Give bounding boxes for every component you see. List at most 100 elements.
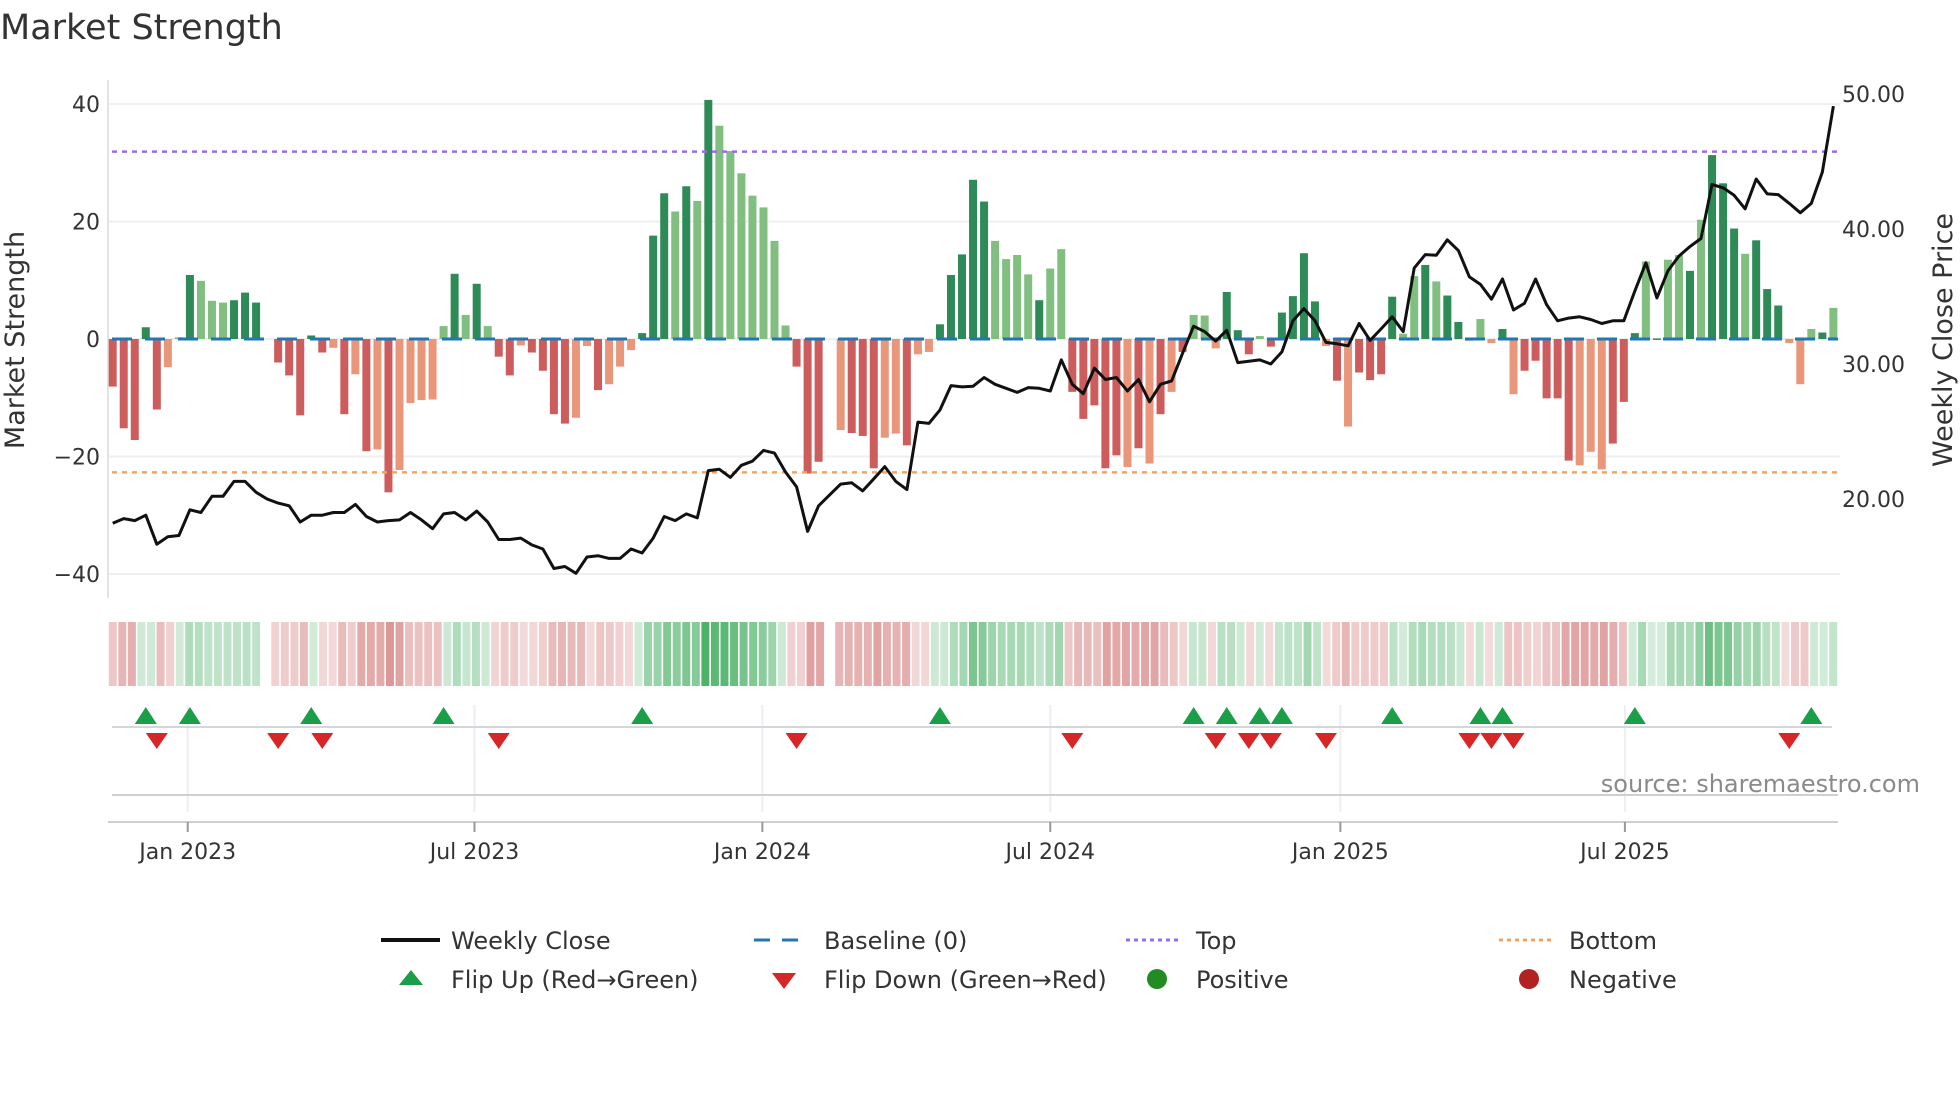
x-axis-ticks: Jan 2023 Jul 2023 Jan 2024 Jul 2024 Jan 2025… — [137, 822, 1670, 865]
positive-bar — [141, 327, 150, 339]
heatmap-cell — [357, 622, 366, 686]
heatmap-cell — [586, 622, 595, 686]
negative-bar — [152, 339, 161, 410]
heatmap-cell — [844, 622, 853, 686]
negative-bar — [814, 339, 823, 462]
heatmap-cell — [1169, 622, 1178, 686]
negative-bar — [571, 339, 580, 418]
negative-bar — [594, 339, 603, 391]
negative-bar — [560, 339, 569, 424]
negative-bar — [1487, 339, 1496, 344]
heatmap-cell — [1752, 622, 1761, 686]
heatmap-cell — [338, 622, 347, 686]
heatmap-cell — [452, 622, 461, 686]
negative-bar — [869, 339, 878, 469]
heatmap-cell — [1485, 622, 1494, 686]
legend-label: Bottom — [1569, 927, 1657, 955]
heatmap-cell — [1771, 622, 1780, 686]
heatmap-cell — [1064, 622, 1073, 686]
heatmap-cell — [816, 622, 825, 686]
flip-up-marker — [1270, 707, 1293, 724]
flip-down-marker — [1204, 733, 1227, 749]
flip-up-marker — [631, 707, 654, 724]
positive-bar — [219, 302, 227, 339]
heatmap-cell — [653, 622, 662, 686]
positive-bar — [461, 314, 470, 339]
heatmap-cell — [768, 622, 777, 686]
heatmap-cell — [930, 622, 939, 686]
x-tick-label: Jan 2023 — [137, 840, 236, 865]
heatmap-cell — [1819, 622, 1828, 686]
heatmap-cell — [758, 622, 767, 686]
negative-bar — [119, 339, 128, 429]
left-tick-label: 20 — [72, 211, 100, 236]
heatmap-cell — [1685, 622, 1694, 686]
heatmap-cell — [548, 622, 557, 686]
positive-bar — [958, 254, 967, 339]
heatmap-cell — [1074, 622, 1083, 686]
heatmap-cell — [309, 622, 318, 686]
negative-bar — [505, 339, 514, 376]
positive-bar — [1652, 338, 1661, 340]
heatmap-cell — [1083, 622, 1092, 686]
heatmap-cell — [328, 622, 337, 686]
positive-bar — [1277, 312, 1286, 339]
flip-up-marker — [134, 707, 157, 724]
heatmap-cell — [921, 622, 930, 686]
flip-down-marker — [785, 733, 808, 749]
legend: Weekly Close Baseline (0) Top Bottom Fli… — [381, 927, 1677, 994]
negative-bar — [1244, 339, 1253, 355]
heatmap-cell — [166, 622, 175, 686]
heatmap-cell — [1437, 622, 1446, 686]
heatmap-cell — [175, 622, 184, 686]
negative-bar — [1564, 339, 1573, 461]
left-tick-label: −40 — [54, 563, 100, 588]
right-axis-ticks: 50.00 40.00 30.00 20.00 — [1842, 83, 1905, 513]
legend-label: Positive — [1196, 966, 1289, 994]
positive-bar — [1741, 253, 1750, 339]
negative-bar — [1586, 339, 1595, 452]
flip-up-marker — [1215, 707, 1238, 724]
heatmap-cell — [1007, 622, 1016, 686]
positive-bar — [1255, 336, 1264, 339]
heatmap-cell — [1762, 622, 1771, 686]
right-tick-label: 20.00 — [1842, 488, 1905, 513]
heatmap-cell — [1399, 622, 1408, 686]
heatmap-cell — [1045, 622, 1054, 686]
heatmap-cell — [137, 622, 146, 686]
heatmap-cell — [1676, 622, 1685, 686]
heatmap-cell — [969, 622, 977, 686]
heatmap-cell — [1179, 622, 1188, 686]
heatmap-cell — [1628, 622, 1637, 686]
positive-bar — [1046, 268, 1055, 339]
heatmap-cell — [1112, 622, 1121, 686]
heatmap-cell — [835, 622, 844, 686]
flip-up-marker — [1182, 707, 1205, 724]
negative-bar — [1123, 339, 1132, 468]
x-tick-label: Jan 2025 — [1290, 840, 1389, 865]
flip-up-marker — [1623, 707, 1646, 724]
positive-bar — [1454, 321, 1463, 339]
heatmap-cell — [1408, 622, 1417, 686]
heatmap-cell — [1494, 622, 1503, 686]
strength-heatmap — [108, 622, 1838, 686]
heatmap-cell — [1351, 622, 1360, 686]
heatmap-cell — [1475, 622, 1484, 686]
heatmap-cell — [1026, 622, 1035, 686]
heatmap-cell — [1714, 622, 1723, 686]
flip-down-marker — [267, 733, 290, 749]
heatmap-cell — [787, 622, 796, 686]
negative-bar — [329, 339, 338, 348]
heatmap-cell — [1055, 622, 1064, 686]
heatmap-cell — [185, 622, 194, 686]
negative-bar — [428, 339, 437, 400]
circle-icon — [1519, 969, 1539, 989]
positive-bar — [1432, 281, 1441, 339]
heatmap-cell — [347, 622, 356, 686]
heatmap-cell — [280, 622, 289, 686]
heatmap-cell — [290, 622, 299, 686]
heatmap-cell — [366, 622, 375, 686]
heatmap-cell — [1695, 622, 1704, 686]
negative-bar — [627, 339, 636, 351]
heatmap-cell — [1341, 622, 1350, 686]
